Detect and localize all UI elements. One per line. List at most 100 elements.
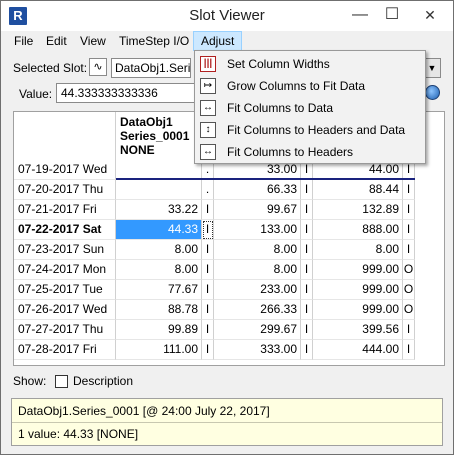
cell-value[interactable]: 8.00 [313,240,403,260]
menu-edit[interactable]: Edit [39,31,74,51]
table-row: 07-28-2017 Fri 111.00 I 333.00 I 444.00 I [14,340,444,360]
globe-icon[interactable] [425,85,440,100]
cell-value[interactable]: 399.56 [313,320,403,340]
info-divider [12,422,442,423]
row-date: 07-20-2017 Thu [14,180,116,200]
cell-value[interactable]: 66.33 [214,180,301,200]
cell-flag[interactable]: I [202,340,214,360]
cell-value[interactable]: 88.44 [313,180,403,200]
cell-flag[interactable]: I [403,200,415,220]
cell-value[interactable]: 133.00 [214,220,301,240]
cell-flag[interactable]: O [403,260,415,280]
cell-value[interactable]: 99.89 [116,320,202,340]
menu-item-fit-columns-data[interactable]: ↔ Fit Columns to Data [195,97,425,119]
row-date: 07-25-2017 Tue [14,280,116,300]
cell-flag[interactable]: I [301,240,313,260]
menu-timestep-io[interactable]: TimeStep I/O [112,31,196,51]
fit-headers-data-icon: ↕ [200,122,216,138]
cell-flag[interactable]: I [301,200,313,220]
row-date: 07-24-2017 Mon [14,260,116,280]
minimize-button[interactable]: — [345,1,375,31]
cell-value[interactable] [116,160,202,180]
menu-item-set-column-widths[interactable]: ||| Set Column Widths [195,53,425,75]
cell-value[interactable]: 111.00 [116,340,202,360]
maximize-button[interactable]: ☐ [377,1,407,31]
description-label[interactable]: Description [73,374,133,388]
cell-flag[interactable]: I [403,240,415,260]
cell-value[interactable]: 33.22 [116,200,202,220]
cell-flag[interactable]: I [202,260,214,280]
column-widths-icon: ||| [200,56,216,72]
row-date: 07-21-2017 Fri [14,200,116,220]
cell-flag[interactable]: I [202,280,214,300]
cell-flag[interactable]: I [202,320,214,340]
menu-adjust[interactable]: Adjust [193,31,243,51]
info-panel: DataObj1.Series_0001 [@ 24:00 July 22, 2… [11,398,443,446]
fit-headers-icon: ↔ [200,144,216,160]
cell-flag[interactable]: I [403,220,415,240]
cell-value[interactable]: 444.00 [313,340,403,360]
cell-value[interactable]: 88.78 [116,300,202,320]
table-row: 07-20-2017 Thu. 66.33 I 88.44 I [14,180,444,200]
cell-flag[interactable]: I [202,220,214,240]
run-boundary-line [116,178,415,180]
cell-value[interactable]: 8.00 [214,260,301,280]
cell-value[interactable]: 999.00 [313,300,403,320]
selected-slot-label: Selected Slot: [13,61,88,75]
cell-value[interactable]: 44.33 [116,220,202,240]
menu-item-fit-headers-data[interactable]: ↕ Fit Columns to Headers and Data [195,119,425,141]
cell-flag[interactable]: I [202,240,214,260]
cell-value[interactable]: 8.00 [116,260,202,280]
cell-flag[interactable]: I [301,180,313,200]
menu-item-label: Fit Columns to Headers and Data [227,123,406,137]
cell-value[interactable]: 233.00 [214,280,301,300]
cell-value[interactable]: 266.33 [214,300,301,320]
row-date: 07-23-2017 Sun [14,240,116,260]
cell-value[interactable]: 999.00 [313,260,403,280]
selected-slot-combo[interactable]: DataObj1.Series_0001 [111,58,191,78]
cell-flag[interactable]: I [202,300,214,320]
info-line-1: DataObj1.Series_0001 [@ 24:00 July 22, 2… [18,404,270,418]
value-input[interactable]: 44.333333333336 [56,83,196,103]
menu-file[interactable]: File [7,31,40,51]
menu-item-grow-columns[interactable]: ↦ Grow Columns to Fit Data [195,75,425,97]
menu-item-fit-headers[interactable]: ↔ Fit Columns to Headers [195,141,425,163]
cell-flag[interactable]: . [202,180,214,200]
cell-flag[interactable]: I [301,220,313,240]
menu-bar: File Edit View TimeStep I/O Adjust [1,31,453,51]
cell-value[interactable]: 333.00 [214,340,301,360]
table-row: 07-25-2017 Tue 77.67 I 233.00 I 999.00 O [14,280,444,300]
cell-flag[interactable]: I [301,320,313,340]
table-row: 07-27-2017 Thu 99.89 I 299.67 I 399.56 I [14,320,444,340]
cell-value[interactable]: 999.00 [313,280,403,300]
cell-value[interactable]: 77.67 [116,280,202,300]
row-date: 07-19-2017 Wed [14,160,116,180]
title-bar[interactable]: R Slot Viewer — ☐ ✕ [1,1,453,31]
cell-flag[interactable]: I [301,260,313,280]
close-button[interactable]: ✕ [407,1,453,31]
cell-value[interactable]: 132.89 [313,200,403,220]
table-row: 07-22-2017 Sat 44.33 I 133.00 I 888.00 I [14,220,444,240]
cell-value[interactable]: 99.67 [214,200,301,220]
cell-value[interactable]: 8.00 [116,240,202,260]
cell-flag[interactable]: I [403,180,415,200]
cell-value[interactable]: 299.67 [214,320,301,340]
cell-flag[interactable]: I [403,320,415,340]
description-checkbox[interactable] [55,375,68,388]
menu-item-label: Grow Columns to Fit Data [227,79,366,93]
cell-flag[interactable]: O [403,280,415,300]
cell-flag[interactable]: I [301,300,313,320]
menu-item-label: Fit Columns to Headers [227,145,354,159]
grow-columns-icon: ↦ [200,78,216,94]
cell-flag[interactable]: I [301,280,313,300]
series-slot-icon: ∿ [89,58,107,76]
cell-flag[interactable]: I [301,340,313,360]
cell-flag[interactable]: O [403,300,415,320]
cell-flag[interactable]: I [202,200,214,220]
cell-value[interactable]: 888.00 [313,220,403,240]
cell-value[interactable]: 8.00 [214,240,301,260]
cell-flag[interactable]: I [403,340,415,360]
date-header [14,112,116,160]
cell-value[interactable] [116,180,202,200]
menu-view[interactable]: View [73,31,113,51]
